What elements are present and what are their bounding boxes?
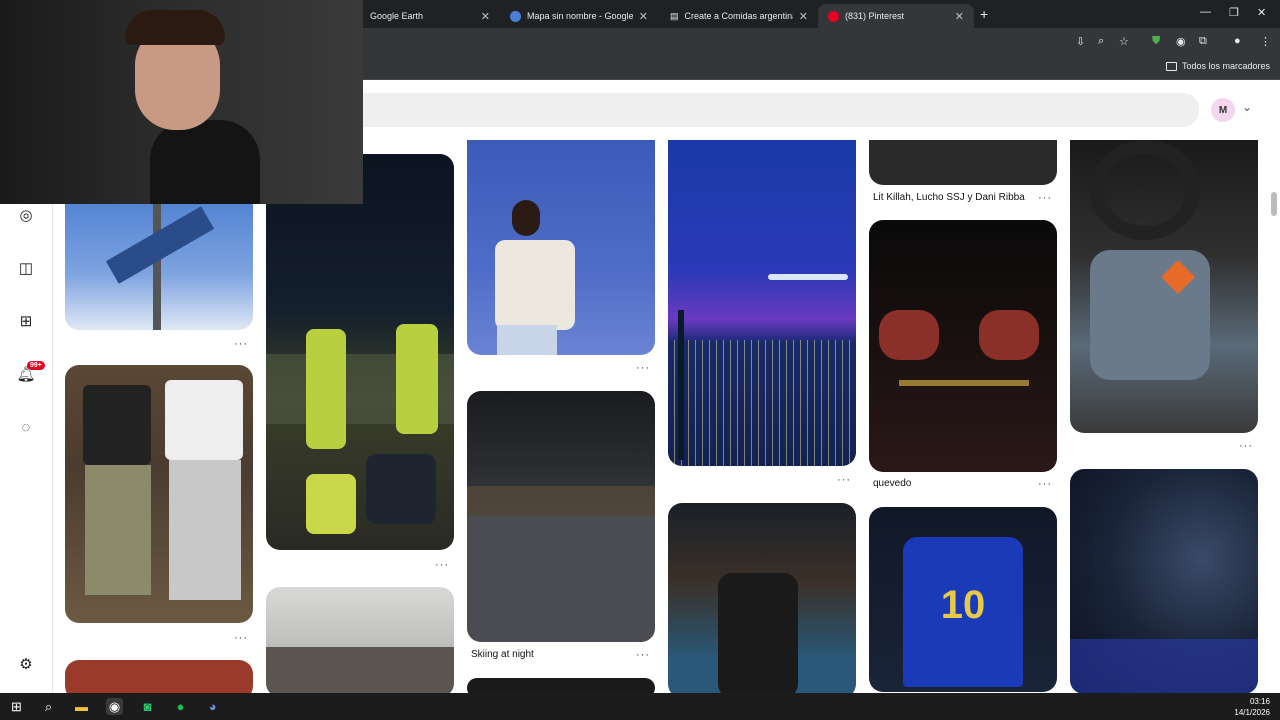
pin-skiing-night[interactable] [467, 391, 655, 642]
pin-caption[interactable]: Lit Killah, Lucho SSJ y Dani Ribba [873, 192, 1025, 203]
tab-comidas-argentinas[interactable]: ▤ Create a Comidas argentinas Ti ✕ [660, 4, 818, 28]
create-icon[interactable]: ⊞ [17, 312, 35, 330]
menu-icon[interactable]: ⋮ [1260, 35, 1271, 48]
pin-pool-night[interactable] [668, 503, 856, 693]
pin-car-interior[interactable] [1070, 140, 1258, 433]
spotify-icon[interactable]: ● [172, 698, 189, 715]
tab-mapa-sin-nombre[interactable]: Mapa sin nombre - Google Earth ✕ [500, 4, 658, 28]
clock-date: 14/1/2026 [1234, 708, 1270, 717]
tab-title: Google Earth [370, 11, 424, 21]
board-icon[interactable]: ◫ [17, 259, 35, 277]
pin-red[interactable] [65, 660, 253, 693]
pin-football-players[interactable] [266, 154, 454, 550]
minimize-icon[interactable]: — [1200, 6, 1211, 18]
close-icon[interactable]: ✕ [481, 10, 490, 23]
folder-icon [1165, 61, 1177, 71]
extensions-icon[interactable]: ⧉ [1199, 35, 1207, 48]
search-input[interactable] [330, 93, 1199, 127]
pin-messi-jersey[interactable]: 10 [869, 507, 1057, 692]
settings-icon[interactable]: ⚙ [17, 655, 35, 673]
pin-outfit-kids[interactable] [65, 365, 253, 623]
pin-dark[interactable] [467, 678, 655, 693]
more-options-icon[interactable]: ··· [1038, 478, 1052, 490]
profile-icon[interactable]: ● [1234, 35, 1241, 47]
more-options-icon[interactable]: ··· [234, 338, 248, 350]
tab-title: (831) Pinterest [845, 11, 905, 21]
more-options-icon[interactable]: ··· [1239, 440, 1253, 452]
pin-snowy-roofs[interactable] [266, 587, 454, 693]
pin-starry-sky[interactable] [1070, 469, 1258, 693]
close-icon[interactable]: ✕ [799, 10, 808, 23]
more-options-icon[interactable]: ··· [435, 559, 449, 571]
whatsapp-icon[interactable]: ◙ [139, 698, 156, 715]
pin-caption[interactable]: quevedo [873, 478, 911, 489]
chrome-icon[interactable]: ◉ [106, 698, 123, 715]
install-icon[interactable]: ⇩ [1076, 35, 1085, 48]
compass-icon[interactable]: ◎ [17, 206, 35, 224]
close-icon[interactable]: ✕ [639, 10, 648, 23]
file-explorer-icon[interactable]: ▬ [73, 698, 90, 715]
pin-caption[interactable]: Skiing at night [471, 649, 534, 660]
restore-icon[interactable]: ❐ [1229, 6, 1239, 19]
scrollbar-thumb[interactable] [1271, 192, 1277, 216]
notification-badge: 99+ [27, 361, 45, 370]
more-options-icon[interactable]: ··· [636, 362, 650, 374]
pin-pixel-city-night[interactable] [668, 140, 856, 466]
new-tab-button[interactable]: + [980, 6, 988, 22]
extension-circle-icon[interactable]: ◉ [1176, 35, 1186, 48]
tab-google-earth[interactable]: Google Earth ✕ [360, 4, 500, 28]
avatar[interactable]: M [1211, 98, 1235, 122]
pin-street-sign[interactable] [65, 192, 253, 330]
more-options-icon[interactable]: ··· [636, 649, 650, 661]
tab-pinterest[interactable]: (831) Pinterest ✕ [818, 4, 974, 28]
chevron-down-icon[interactable]: ⌄ [1242, 100, 1252, 114]
tab-title: Create a Comidas argentinas Ti [684, 11, 793, 21]
more-options-icon[interactable]: ··· [837, 474, 851, 486]
tab-title: Mapa sin nombre - Google Earth [527, 11, 633, 21]
more-options-icon[interactable]: ··· [1038, 192, 1052, 204]
pin-quevedo[interactable] [869, 220, 1057, 472]
system-clock[interactable]: 03:16 14/1/2026 [1234, 696, 1270, 718]
close-icon[interactable]: ✕ [955, 10, 964, 23]
shield-icon[interactable]: ⛊ [1152, 35, 1160, 48]
all-bookmarks-button[interactable]: Todos los marcadores [1165, 61, 1270, 71]
zoom-icon[interactable]: ⌕ [1098, 35, 1104, 48]
webcam-overlay [0, 0, 363, 204]
globe-icon [510, 10, 521, 22]
more-options-icon[interactable]: ··· [234, 632, 248, 644]
windows-start-icon[interactable]: ⊞ [8, 698, 25, 715]
close-window-icon[interactable]: ✕ [1257, 6, 1266, 19]
pin-lit-killah[interactable] [869, 140, 1057, 185]
jersey-number: 10 [940, 582, 986, 627]
pin-man-blue-sky[interactable] [467, 140, 655, 355]
clock-time: 03:16 [1249, 697, 1270, 706]
pinterest-icon [828, 10, 839, 22]
document-icon: ▤ [670, 10, 679, 21]
all-bookmarks-label: Todos los marcadores [1181, 61, 1270, 71]
messages-icon[interactable]: ◌ [17, 418, 35, 436]
search-icon[interactable]: ⌕ [40, 698, 57, 715]
bookmark-star-icon[interactable]: ☆ [1119, 35, 1129, 48]
taskbar: ⊞ ⌕ ▬ ◉ ◙ ● ◕ 03:16 14/1/2026 [0, 693, 1280, 720]
discord-icon[interactable]: ◕ [204, 698, 221, 715]
